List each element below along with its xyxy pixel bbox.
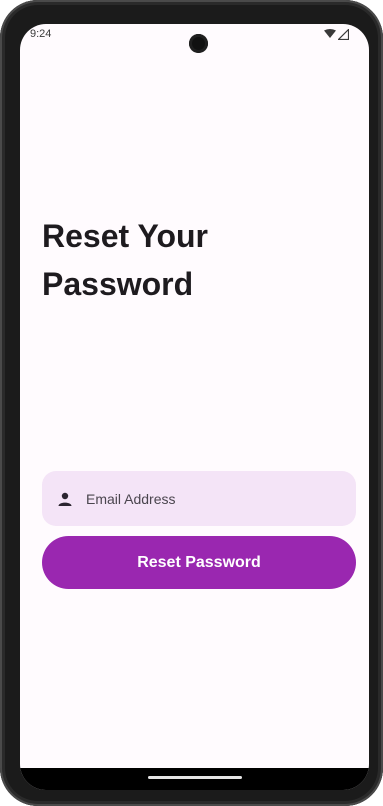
app-screen: 9:24 Reset Your Password Email Address R… <box>20 24 369 790</box>
status-bar: 9:24 <box>20 24 369 53</box>
email-placeholder: Email Address <box>86 490 176 507</box>
person-icon <box>56 490 74 508</box>
status-time: 9:24 <box>30 28 52 40</box>
signal-icon <box>338 28 349 40</box>
camera-cutout <box>189 34 208 53</box>
wifi-icon <box>324 29 336 39</box>
navigation-bar <box>20 768 369 790</box>
reset-password-button[interactable]: Reset Password <box>42 536 356 589</box>
home-indicator[interactable] <box>148 776 242 779</box>
email-field[interactable]: Email Address <box>42 471 356 526</box>
page-title: Reset Your Password <box>42 218 208 302</box>
status-icons <box>324 26 349 42</box>
phone-frame: 9:24 Reset Your Password Email Address R… <box>0 0 383 806</box>
